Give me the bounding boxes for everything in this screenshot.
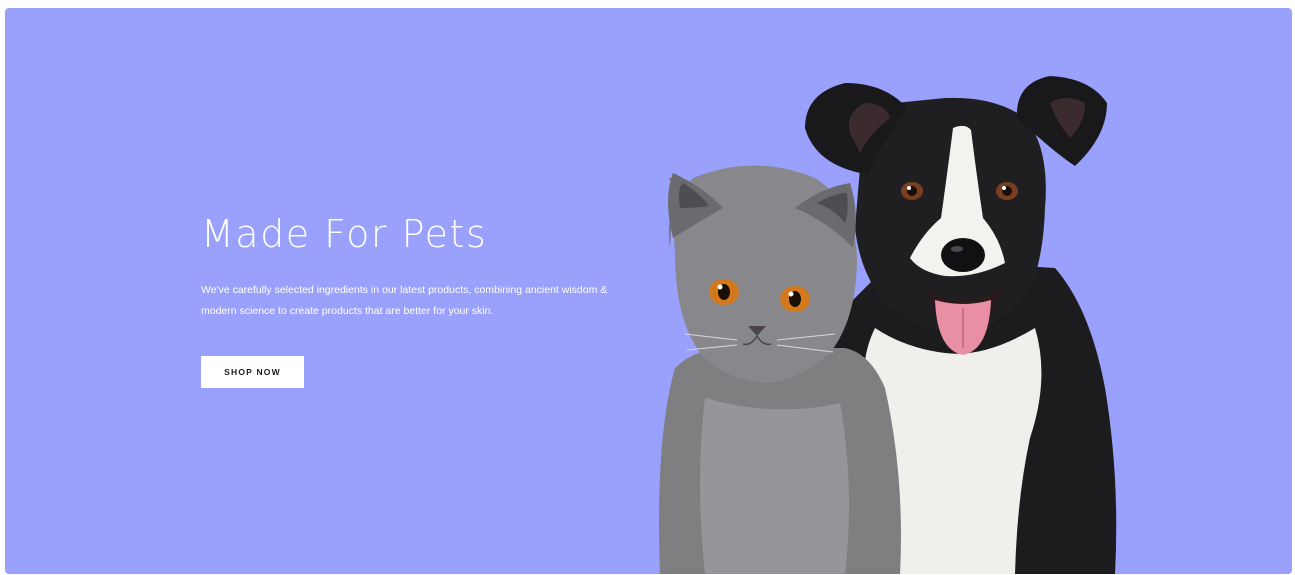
hero-title: Made For Pets — [201, 212, 488, 256]
hero-description: We've carefully selected ingredients in … — [201, 284, 608, 317]
shop-now-button[interactable]: SHOP NOW — [201, 356, 304, 388]
hero-banner: Made For Pets We've carefully selected i… — [5, 8, 1292, 574]
hero-copy: Made For Pets We've carefully selected i… — [201, 210, 621, 388]
pets-photo — [659, 76, 1117, 574]
